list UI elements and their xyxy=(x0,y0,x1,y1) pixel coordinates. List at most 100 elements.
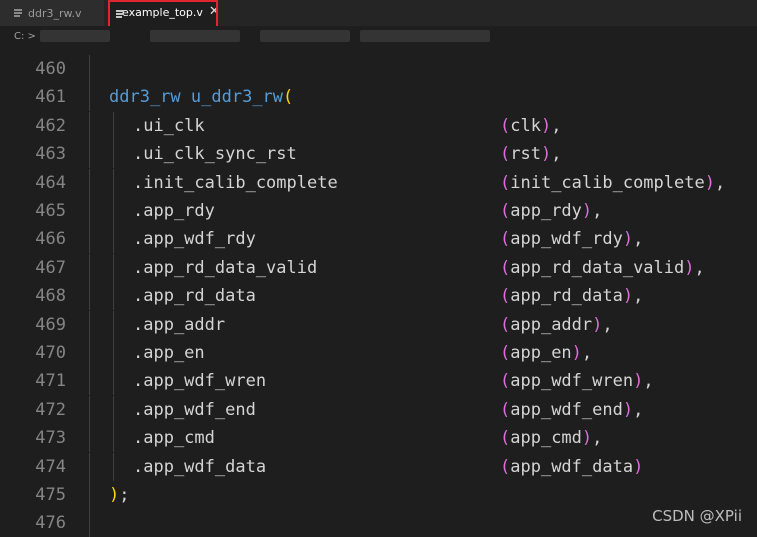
paren-open: ( xyxy=(500,115,511,136)
code-line[interactable]: 463 .ui_clk_sync_rst (rst), xyxy=(0,140,757,169)
code-line[interactable]: 461 ddr3_rw u_ddr3_rw( xyxy=(0,83,757,112)
signal-name: app_rdy xyxy=(510,201,582,221)
port-connection: (app_en), xyxy=(500,339,592,367)
code-line[interactable]: 468 .app_rd_data (app_rd_data), xyxy=(0,282,757,311)
paren-open: ( xyxy=(500,399,511,420)
line-number: 472 xyxy=(35,399,66,420)
port-name: .app_wdf_wren xyxy=(133,371,267,392)
code-line[interactable]: 464 .init_calib_complete (init_calib_compl… xyxy=(0,168,757,197)
breadcrumb: C: > xyxy=(0,26,757,46)
indent-guide xyxy=(89,168,90,197)
code-line[interactable]: 474 .app_wdf_data (app_wdf_data) xyxy=(0,452,757,481)
indent-guide xyxy=(89,310,90,339)
close-icon[interactable]: ✕ xyxy=(209,5,220,18)
line-number: 462 xyxy=(35,115,66,136)
signal-name: app_en xyxy=(510,343,572,363)
code-line[interactable]: 471 .app_wdf_wren (app_wdf_wren), xyxy=(0,367,757,396)
indent-guide xyxy=(113,367,114,396)
line-terminator: , xyxy=(551,144,562,165)
indent-guide xyxy=(89,395,90,424)
indent-guide xyxy=(89,452,90,481)
paren-close: ) xyxy=(684,257,695,278)
close-paren: ) xyxy=(109,485,120,505)
line-terminator: , xyxy=(643,371,654,392)
paren-close: ) xyxy=(633,456,644,477)
indent-guide xyxy=(89,225,90,254)
breadcrumb-prefix[interactable]: C: > xyxy=(14,31,36,42)
watermark: CSDN @XPii xyxy=(652,507,742,525)
signal-name: app_cmd xyxy=(510,428,582,449)
line-terminator: , xyxy=(633,229,644,250)
indent-guide xyxy=(89,339,90,367)
port-name: .app_wdf_data xyxy=(133,456,267,477)
redacted-path xyxy=(39,30,110,42)
code-line[interactable]: 472 .app_wdf_end (app_wdf_end), xyxy=(0,395,757,424)
signal-name: app_addr xyxy=(510,314,593,335)
paren-open: ( xyxy=(500,314,511,335)
line-number: 470 xyxy=(35,343,66,363)
tab-ddr3-rw[interactable]: ddr3_rw.v xyxy=(0,0,104,26)
port-name: .ui_clk xyxy=(133,115,205,136)
paren-open: ( xyxy=(500,428,511,449)
code-line[interactable]: 460 xyxy=(0,55,757,83)
line-terminator: , xyxy=(633,286,644,307)
line-number: 465 xyxy=(35,201,66,221)
paren-open: ( xyxy=(500,172,511,193)
module-name: ddr3_rw xyxy=(109,87,181,108)
port-connection: (app_rd_data), xyxy=(500,282,643,310)
indent-guide xyxy=(89,282,90,311)
indent-guide xyxy=(113,452,114,481)
signal-name: rst xyxy=(510,144,541,165)
code-line[interactable]: 466 .app_wdf_rdy (app_wdf_rdy), xyxy=(0,225,757,254)
instance-name: u_ddr3_rw xyxy=(190,87,284,108)
indent-guide xyxy=(113,395,114,424)
paren-open: ( xyxy=(500,286,511,307)
code-line[interactable]: 473 .app_cmd (app_cmd), xyxy=(0,424,757,453)
code-line[interactable]: 469 .app_addr (app_addr), xyxy=(0,310,757,339)
port-name: .app_cmd xyxy=(133,428,215,449)
indent-guide xyxy=(89,481,90,509)
line-number: 475 xyxy=(35,485,66,505)
paren-close: ) xyxy=(581,201,593,221)
port-connection: (app_wdf_data) xyxy=(500,453,643,481)
line-number: 466 xyxy=(35,229,66,250)
port-name: .app_en xyxy=(133,343,205,363)
paren-close: ) xyxy=(571,343,582,363)
code-line[interactable]: 475); xyxy=(0,481,757,509)
code-editor[interactable]: 460 461 ddr3_rw u_ddr3_rw(462 .ui_clk (clk),… xyxy=(0,46,757,537)
paren-open: ( xyxy=(500,343,511,363)
indent-guide xyxy=(113,225,114,254)
signal-name: init_calib_complete xyxy=(510,172,705,193)
line-number: 469 xyxy=(35,314,66,335)
line-number: 463 xyxy=(35,144,66,165)
port-name: .app_addr xyxy=(133,314,226,335)
port-connection: (app_wdf_wren), xyxy=(500,367,654,395)
code-line[interactable]: 465 .app_rdy (app_rdy), xyxy=(0,197,757,225)
code-line[interactable]: 470 .app_en (app_en), xyxy=(0,339,757,367)
line-number: 464 xyxy=(35,172,66,193)
indent-guide xyxy=(113,310,114,339)
signal-name: app_rd_data xyxy=(510,286,623,307)
code-line[interactable]: 462 .ui_clk (clk), xyxy=(0,111,757,140)
line-number: 474 xyxy=(35,456,66,477)
paren-close: ) xyxy=(622,399,634,420)
line-number: 471 xyxy=(35,371,66,392)
paren-close: ) xyxy=(633,371,644,392)
paren-open: ( xyxy=(500,371,511,392)
port-name: .app_rd_data_valid xyxy=(133,257,318,278)
line-terminator: , xyxy=(602,314,613,335)
port-connection: (app_cmd), xyxy=(500,424,602,452)
port-connection: (rst), xyxy=(500,140,561,168)
paren-open: ( xyxy=(500,257,511,278)
line-number: 461 xyxy=(35,87,66,108)
port-name: .app_wdf_end xyxy=(133,399,256,420)
open-paren: ( xyxy=(283,87,294,108)
tab-label: example_top.v xyxy=(122,6,203,19)
indent-guide xyxy=(89,197,90,225)
line-terminator: , xyxy=(551,115,562,136)
paren-open: ( xyxy=(500,229,511,250)
indent-guide xyxy=(113,168,114,197)
indent-guide xyxy=(113,140,114,169)
port-name: .app_rd_data xyxy=(133,286,256,307)
code-line[interactable]: 467 .app_rd_data_valid (app_rd_data_valid)… xyxy=(0,253,757,282)
